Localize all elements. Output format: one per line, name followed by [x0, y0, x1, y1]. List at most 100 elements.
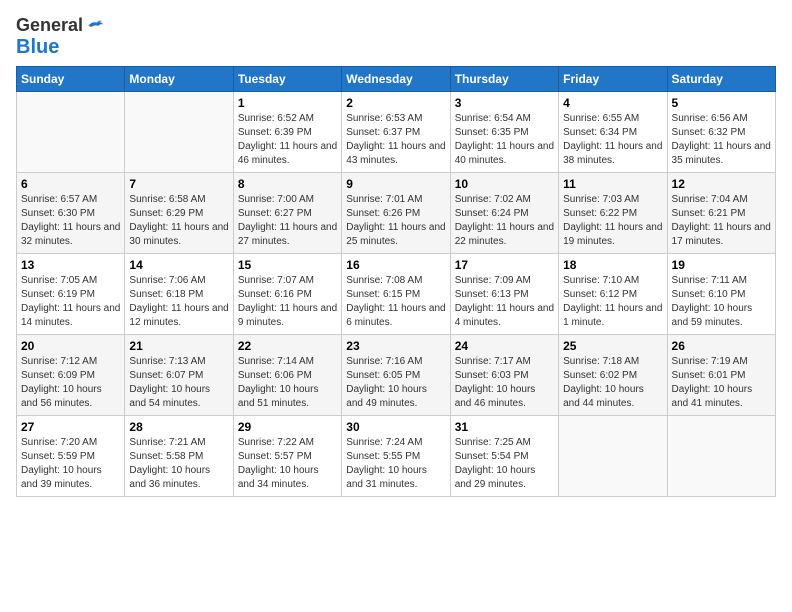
day-info: Sunrise: 7:18 AM Sunset: 6:02 PM Dayligh…	[563, 355, 662, 411]
calendar-cell: 11Sunrise: 7:03 AM Sunset: 6:22 PM Dayli…	[559, 172, 667, 253]
logo: General Blue	[16, 16, 105, 58]
calendar-week-5: 27Sunrise: 7:20 AM Sunset: 5:59 PM Dayli…	[17, 415, 776, 496]
calendar-cell: 3 Sunrise: 6:54 AM Sunset: 6:35 PM Daylig…	[450, 91, 558, 172]
day-number: 22	[238, 339, 337, 353]
calendar-cell: 31 Sunrise: 7:25 AM Sunset: 5:54 PM Dayli…	[450, 415, 558, 496]
calendar-cell: 19 Sunrise: 7:11 AM Sunset: 6:10 PM Dayli…	[667, 253, 775, 334]
day-number: 3	[455, 96, 554, 110]
day-number: 26	[672, 339, 771, 353]
day-info: Sunrise: 7:07 AM Sunset: 6:16 PM Dayligh…	[238, 274, 337, 330]
day-info: Sunrise: 7:05 AM Sunset: 6:19 PM Dayligh…	[21, 274, 120, 330]
calendar-cell: 8 Sunrise: 7:00 AM Sunset: 6:27 PM Daylig…	[233, 172, 341, 253]
day-info: Sunrise: 6:54 AM Sunset: 6:35 PM Dayligh…	[455, 112, 554, 168]
calendar-cell: 30Sunrise: 7:24 AM Sunset: 5:55 PM Dayli…	[342, 415, 450, 496]
day-number: 20	[21, 339, 120, 353]
day-number: 4	[563, 96, 662, 110]
calendar-cell	[667, 415, 775, 496]
header-sunday: Sunday	[17, 66, 125, 91]
calendar-cell: 15 Sunrise: 7:07 AM Sunset: 6:16 PM Dayli…	[233, 253, 341, 334]
day-number: 19	[672, 258, 771, 272]
day-number: 2	[346, 96, 445, 110]
day-number: 9	[346, 177, 445, 191]
day-info: Sunrise: 7:19 AM Sunset: 6:01 PM Dayligh…	[672, 355, 771, 411]
header-monday: Monday	[125, 66, 233, 91]
day-number: 10	[455, 177, 554, 191]
day-number: 12	[672, 177, 771, 191]
page-header: General Blue	[16, 16, 776, 58]
day-info: Sunrise: 7:11 AM Sunset: 6:10 PM Dayligh…	[672, 274, 771, 330]
day-info: Sunrise: 7:01 AM Sunset: 6:26 PM Dayligh…	[346, 193, 445, 249]
calendar-cell	[559, 415, 667, 496]
day-number: 31	[455, 420, 554, 434]
day-info: Sunrise: 6:56 AM Sunset: 6:32 PM Dayligh…	[672, 112, 771, 168]
day-info: Sunrise: 7:14 AM Sunset: 6:06 PM Dayligh…	[238, 355, 337, 411]
day-number: 28	[129, 420, 228, 434]
header-tuesday: Tuesday	[233, 66, 341, 91]
calendar-cell: 2Sunrise: 6:53 AM Sunset: 6:37 PM Daylig…	[342, 91, 450, 172]
calendar-cell: 12 Sunrise: 7:04 AM Sunset: 6:21 PM Dayli…	[667, 172, 775, 253]
day-info: Sunrise: 7:16 AM Sunset: 6:05 PM Dayligh…	[346, 355, 445, 411]
logo-text-general: General	[16, 15, 83, 35]
day-number: 6	[21, 177, 120, 191]
day-info: Sunrise: 7:13 AM Sunset: 6:07 PM Dayligh…	[129, 355, 228, 411]
calendar-week-3: 13 Sunrise: 7:05 AM Sunset: 6:19 PM Dayli…	[17, 253, 776, 334]
calendar-cell: 29Sunrise: 7:22 AM Sunset: 5:57 PM Dayli…	[233, 415, 341, 496]
day-number: 25	[563, 339, 662, 353]
day-number: 16	[346, 258, 445, 272]
day-info: Sunrise: 7:17 AM Sunset: 6:03 PM Dayligh…	[455, 355, 554, 411]
calendar-cell: 25 Sunrise: 7:18 AM Sunset: 6:02 PM Dayli…	[559, 334, 667, 415]
calendar-cell	[125, 91, 233, 172]
header-saturday: Saturday	[667, 66, 775, 91]
calendar-cell	[17, 91, 125, 172]
day-info: Sunrise: 7:00 AM Sunset: 6:27 PM Dayligh…	[238, 193, 337, 249]
calendar-cell: 13 Sunrise: 7:05 AM Sunset: 6:19 PM Dayli…	[17, 253, 125, 334]
calendar-cell: 28Sunrise: 7:21 AM Sunset: 5:58 PM Dayli…	[125, 415, 233, 496]
day-info: Sunrise: 6:58 AM Sunset: 6:29 PM Dayligh…	[129, 193, 228, 249]
day-info: Sunrise: 7:24 AM Sunset: 5:55 PM Dayligh…	[346, 436, 445, 492]
logo-blue: Blue	[16, 36, 59, 58]
day-info: Sunrise: 7:20 AM Sunset: 5:59 PM Dayligh…	[21, 436, 120, 492]
logo-bird-icon	[85, 19, 105, 33]
day-info: Sunrise: 7:10 AM Sunset: 6:12 PM Dayligh…	[563, 274, 662, 330]
calendar-cell: 16 Sunrise: 7:08 AM Sunset: 6:15 PM Dayli…	[342, 253, 450, 334]
calendar-week-2: 6 Sunrise: 6:57 AM Sunset: 6:30 PM Daylig…	[17, 172, 776, 253]
calendar-week-1: 1Sunrise: 6:52 AM Sunset: 6:39 PM Daylig…	[17, 91, 776, 172]
day-number: 13	[21, 258, 120, 272]
calendar-cell: 26 Sunrise: 7:19 AM Sunset: 6:01 PM Dayli…	[667, 334, 775, 415]
calendar-cell: 23 Sunrise: 7:16 AM Sunset: 6:05 PM Dayli…	[342, 334, 450, 415]
calendar-cell: 10 Sunrise: 7:02 AM Sunset: 6:24 PM Dayli…	[450, 172, 558, 253]
header-row: SundayMondayTuesdayWednesdayThursdayFrid…	[17, 66, 776, 91]
day-number: 21	[129, 339, 228, 353]
calendar-cell: 6 Sunrise: 6:57 AM Sunset: 6:30 PM Daylig…	[17, 172, 125, 253]
calendar-cell: 9 Sunrise: 7:01 AM Sunset: 6:26 PM Daylig…	[342, 172, 450, 253]
header-friday: Friday	[559, 66, 667, 91]
calendar-header: SundayMondayTuesdayWednesdayThursdayFrid…	[17, 66, 776, 91]
logo-general: General	[16, 16, 83, 36]
day-number: 29	[238, 420, 337, 434]
day-info: Sunrise: 6:57 AM Sunset: 6:30 PM Dayligh…	[21, 193, 120, 249]
day-number: 18	[563, 258, 662, 272]
day-info: Sunrise: 6:52 AM Sunset: 6:39 PM Dayligh…	[238, 112, 337, 168]
day-info: Sunrise: 7:06 AM Sunset: 6:18 PM Dayligh…	[129, 274, 228, 330]
day-info: Sunrise: 7:02 AM Sunset: 6:24 PM Dayligh…	[455, 193, 554, 249]
calendar-cell: 14Sunrise: 7:06 AM Sunset: 6:18 PM Dayli…	[125, 253, 233, 334]
day-number: 23	[346, 339, 445, 353]
calendar-body: 1Sunrise: 6:52 AM Sunset: 6:39 PM Daylig…	[17, 91, 776, 496]
day-number: 15	[238, 258, 337, 272]
calendar-cell: 21 Sunrise: 7:13 AM Sunset: 6:07 PM Dayli…	[125, 334, 233, 415]
calendar-cell: 27Sunrise: 7:20 AM Sunset: 5:59 PM Dayli…	[17, 415, 125, 496]
day-number: 11	[563, 177, 662, 191]
day-info: Sunrise: 7:08 AM Sunset: 6:15 PM Dayligh…	[346, 274, 445, 330]
day-info: Sunrise: 7:09 AM Sunset: 6:13 PM Dayligh…	[455, 274, 554, 330]
calendar-cell: 5Sunrise: 6:56 AM Sunset: 6:32 PM Daylig…	[667, 91, 775, 172]
day-info: Sunrise: 6:55 AM Sunset: 6:34 PM Dayligh…	[563, 112, 662, 168]
day-info: Sunrise: 7:25 AM Sunset: 5:54 PM Dayligh…	[455, 436, 554, 492]
calendar-cell: 24Sunrise: 7:17 AM Sunset: 6:03 PM Dayli…	[450, 334, 558, 415]
calendar-cell: 1Sunrise: 6:52 AM Sunset: 6:39 PM Daylig…	[233, 91, 341, 172]
day-info: Sunrise: 7:12 AM Sunset: 6:09 PM Dayligh…	[21, 355, 120, 411]
calendar-cell: 17Sunrise: 7:09 AM Sunset: 6:13 PM Dayli…	[450, 253, 558, 334]
calendar-week-4: 20 Sunrise: 7:12 AM Sunset: 6:09 PM Dayli…	[17, 334, 776, 415]
calendar-table: SundayMondayTuesdayWednesdayThursdayFrid…	[16, 66, 776, 497]
day-number: 8	[238, 177, 337, 191]
day-info: Sunrise: 7:04 AM Sunset: 6:21 PM Dayligh…	[672, 193, 771, 249]
